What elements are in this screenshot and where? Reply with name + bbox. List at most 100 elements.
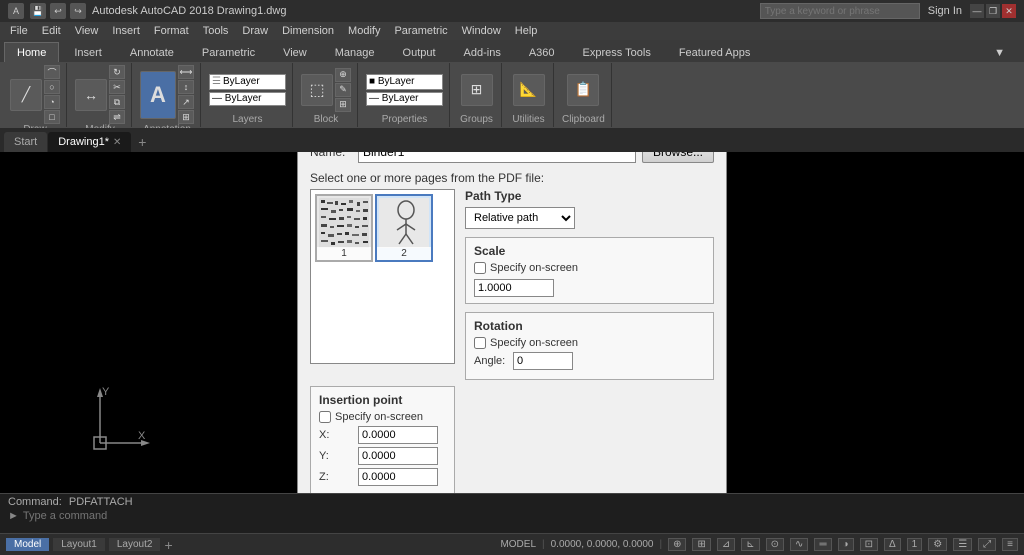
tab-featured-apps[interactable]: Featured Apps <box>666 42 764 62</box>
dim-button[interactable]: ⟷ <box>178 65 194 79</box>
rotate-button[interactable]: ↻ <box>109 65 125 79</box>
paste-button[interactable]: 📋 <box>567 74 599 106</box>
page-thumb-1[interactable]: 1 <box>315 194 373 262</box>
close-button[interactable]: ✕ <box>1002 4 1016 18</box>
fullscreen-button[interactable]: ⤢ <box>978 538 996 551</box>
polyline-button[interactable]: ⌒ <box>44 65 60 79</box>
tab-express-tools[interactable]: Express Tools <box>570 42 664 62</box>
page-thumbnails-container[interactable]: 1 <box>310 189 455 364</box>
doc-tab-start[interactable]: Start <box>4 132 47 152</box>
drawing1-tab-close[interactable]: ✕ <box>113 137 121 148</box>
leader-button[interactable]: ↗ <box>178 95 194 109</box>
scale-value-input[interactable] <box>474 279 554 297</box>
arc-button[interactable]: ◔ <box>44 95 60 109</box>
transparency-button[interactable]: ◑ <box>838 538 854 551</box>
y-input[interactable] <box>358 447 438 465</box>
layout1-tab[interactable]: Layout1 <box>53 538 105 551</box>
z-input[interactable] <box>358 468 438 486</box>
tab-view[interactable]: View <box>270 42 320 62</box>
menu-tools[interactable]: Tools <box>197 22 235 40</box>
new-tab-button[interactable]: + <box>132 132 152 152</box>
units-button[interactable]: ☰ <box>953 538 972 551</box>
menu-parametric[interactable]: Parametric <box>388 22 453 40</box>
menu-window[interactable]: Window <box>456 22 507 40</box>
path-type-select[interactable]: Relative path Full path No path <box>465 207 575 229</box>
menu-modify[interactable]: Modify <box>342 22 386 40</box>
edit-block-button[interactable]: ✎ <box>335 83 351 97</box>
status-bar: Model Layout1 Layout2 + MODEL | 0.0000, … <box>0 533 1024 555</box>
menu-insert[interactable]: Insert <box>106 22 146 40</box>
trim-button[interactable]: ✂ <box>109 80 125 94</box>
lwt-button[interactable]: ═ <box>814 538 831 551</box>
line-button[interactable]: ╱ <box>10 79 42 111</box>
group-button[interactable]: ⊞ <box>461 74 493 106</box>
tab-a360[interactable]: A360 <box>516 42 568 62</box>
doc-tab-drawing1[interactable]: Drawing1* ✕ <box>48 132 131 152</box>
rotation-angle-label: Angle: <box>474 355 509 367</box>
block3-button[interactable]: ⊞ <box>335 98 351 112</box>
sel-cycling-button[interactable]: ⊡ <box>860 538 878 551</box>
linetype-selector[interactable]: — ByLayer <box>366 92 443 106</box>
tab-home[interactable]: Home <box>4 42 59 62</box>
create-block-button[interactable]: ⊕ <box>335 68 351 82</box>
dim2-button[interactable]: ↕ <box>178 80 194 94</box>
polar-button[interactable]: ⊾ <box>741 538 759 551</box>
menu-help[interactable]: Help <box>509 22 544 40</box>
rotation-specify-checkbox[interactable] <box>474 337 486 349</box>
table-button[interactable]: ⊞ <box>178 110 194 124</box>
tab-insert[interactable]: Insert <box>61 42 115 62</box>
menu-dimension[interactable]: Dimension <box>276 22 340 40</box>
scale-specify-checkbox[interactable] <box>474 262 486 274</box>
tab-annotate[interactable]: Annotate <box>117 42 187 62</box>
sign-in-link[interactable]: Sign In <box>928 5 962 17</box>
model-tab[interactable]: Model <box>6 538 49 551</box>
page-thumb-2[interactable]: 2 <box>375 194 433 262</box>
menu-draw[interactable]: Draw <box>236 22 274 40</box>
grid-button[interactable]: ⊞ <box>692 538 710 551</box>
measure-button[interactable]: 📐 <box>513 74 545 106</box>
ortho-button[interactable]: ⊿ <box>717 538 735 551</box>
otrack-button[interactable]: ∿ <box>790 538 808 551</box>
rotation-angle-input[interactable] <box>513 352 573 370</box>
text-button[interactable]: A <box>140 71 176 119</box>
tab-manage[interactable]: Manage <box>322 42 388 62</box>
menu-view[interactable]: View <box>69 22 105 40</box>
customization-button[interactable]: ≡ <box>1002 538 1018 551</box>
tab-add-ins[interactable]: Add-ins <box>451 42 514 62</box>
color-selector[interactable]: ■ ByLayer <box>366 74 443 90</box>
layout2-tab[interactable]: Layout2 <box>109 538 161 551</box>
osnap-button[interactable]: ⊙ <box>766 538 784 551</box>
menu-file[interactable]: File <box>4 22 34 40</box>
restore-button[interactable]: ❐ <box>986 4 1000 18</box>
browse-button[interactable]: Browse... <box>642 152 714 163</box>
circle-button[interactable]: ○ <box>44 80 60 94</box>
command-input-field[interactable] <box>23 510 1016 522</box>
right-spacer <box>465 386 714 493</box>
workspace-button[interactable]: ⚙ <box>928 538 947 551</box>
annotation-mon-button[interactable]: Δ <box>884 538 901 551</box>
move-button[interactable]: ↔ <box>75 79 107 111</box>
menu-format[interactable]: Format <box>148 22 195 40</box>
insertion-specify-checkbox[interactable] <box>319 411 331 423</box>
layer-selector[interactable]: ☰ ByLayer <box>209 74 286 90</box>
name-input[interactable] <box>358 152 636 163</box>
minimize-button[interactable]: — <box>970 4 984 18</box>
add-layout-button[interactable]: + <box>164 537 172 553</box>
tab-output[interactable]: Output <box>390 42 449 62</box>
x-input[interactable] <box>358 426 438 444</box>
copy-button[interactable]: ⧉ <box>109 95 125 109</box>
search-input[interactable] <box>760 3 920 19</box>
anno-vis-button[interactable]: 1 <box>907 538 923 551</box>
snap-button[interactable]: ⊕ <box>668 538 686 551</box>
undo-icon[interactable]: ↩ <box>50 3 66 19</box>
lineweight-selector[interactable]: — ByLayer <box>209 92 286 106</box>
app-icon[interactable]: A <box>8 3 24 19</box>
mirror-button[interactable]: ⇌ <box>109 110 125 124</box>
redo-icon[interactable]: ↪ <box>70 3 86 19</box>
menu-edit[interactable]: Edit <box>36 22 67 40</box>
rectangle-button[interactable]: □ <box>44 110 60 124</box>
tab-parametric[interactable]: Parametric <box>189 42 268 62</box>
insert-block-button[interactable]: ⬚ <box>301 74 333 106</box>
tab-expand[interactable]: ▼ <box>981 42 1018 62</box>
save-icon[interactable]: 💾 <box>30 3 46 19</box>
